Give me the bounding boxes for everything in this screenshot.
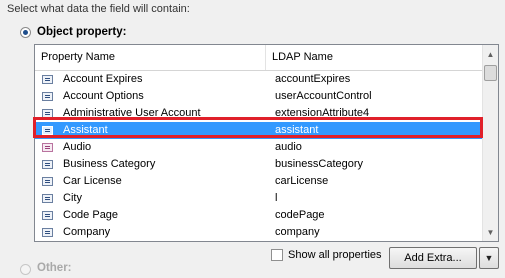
scrollbar-thumb[interactable] (484, 65, 497, 81)
object-property-radio[interactable] (20, 27, 31, 38)
show-all-properties-label[interactable]: Show all properties (288, 249, 382, 261)
show-all-properties-checkbox[interactable] (271, 249, 283, 261)
attribute-icon (42, 126, 53, 135)
attribute-icon (42, 211, 53, 220)
attribute-icon (42, 75, 53, 84)
attribute-icon (42, 177, 53, 186)
ldap-name: company (275, 226, 320, 238)
table-row[interactable]: City l (35, 190, 482, 207)
list-header: Property Name LDAP Name (35, 45, 482, 71)
property-name: Code Page (63, 209, 119, 221)
chevron-down-icon: ▼ (484, 253, 494, 263)
add-extra-button[interactable]: Add Extra... (389, 247, 477, 269)
audio-attribute-icon (42, 143, 53, 152)
scroll-down-arrow-icon[interactable]: ▼ (483, 224, 498, 240)
ldap-name: carLicense (275, 175, 329, 187)
ldap-name: l (275, 192, 278, 204)
object-property-label[interactable]: Object property: (37, 26, 126, 38)
table-row[interactable]: Code Page codePage (35, 207, 482, 224)
table-row[interactable]: Car License carLicense (35, 173, 482, 190)
attribute-icon (42, 228, 53, 237)
table-row[interactable]: Company company (35, 224, 482, 241)
property-name: Business Category (63, 158, 156, 170)
property-name: Company (63, 226, 111, 238)
property-name: City (63, 192, 82, 204)
property-name: Car License (63, 175, 122, 187)
other-label[interactable]: Other: (37, 262, 72, 274)
other-radio[interactable] (20, 264, 31, 275)
add-extra-dropdown-button[interactable]: ▼ (479, 247, 499, 269)
property-list[interactable]: Property Name LDAP Name Account Expires … (34, 44, 499, 242)
property-name: Assistant (63, 124, 108, 136)
table-row[interactable]: Account Options userAccountControl (35, 88, 482, 105)
add-extra-label: Add Extra... (404, 252, 462, 264)
ldap-name: extensionAttribute4 (275, 107, 370, 119)
column-header-ldap-name[interactable]: LDAP Name (266, 45, 484, 70)
ldap-name: audio (275, 141, 302, 153)
attribute-icon (42, 109, 53, 118)
vertical-scrollbar[interactable]: ▲ ▼ (482, 45, 498, 241)
property-name: Account Expires (63, 73, 143, 85)
ldap-name: businessCategory (275, 158, 364, 170)
ldap-name: userAccountControl (275, 90, 372, 102)
column-header-property-name[interactable]: Property Name (35, 45, 266, 70)
table-row-selected[interactable]: Assistant assistant (35, 122, 482, 139)
ldap-name: codePage (275, 209, 325, 221)
prompt-label: Select what data the field will contain: (7, 3, 190, 15)
property-name: Audio (63, 141, 92, 153)
property-name: Account Options (63, 90, 144, 102)
scroll-up-arrow-icon[interactable]: ▲ (483, 46, 498, 62)
attribute-icon (42, 194, 53, 203)
ldap-name: accountExpires (275, 73, 351, 85)
attribute-icon (42, 92, 53, 101)
table-row[interactable]: Account Expires accountExpires (35, 71, 482, 88)
table-row[interactable]: Administrative User Account extensionAtt… (35, 105, 482, 122)
table-row[interactable]: Business Category businessCategory (35, 156, 482, 173)
table-row[interactable]: Audio audio (35, 139, 482, 156)
ldap-name: assistant (275, 124, 319, 136)
attribute-icon (42, 160, 53, 169)
list-rows: Account Expires accountExpires Account O… (35, 71, 482, 241)
property-name: Administrative User Account (63, 107, 201, 119)
